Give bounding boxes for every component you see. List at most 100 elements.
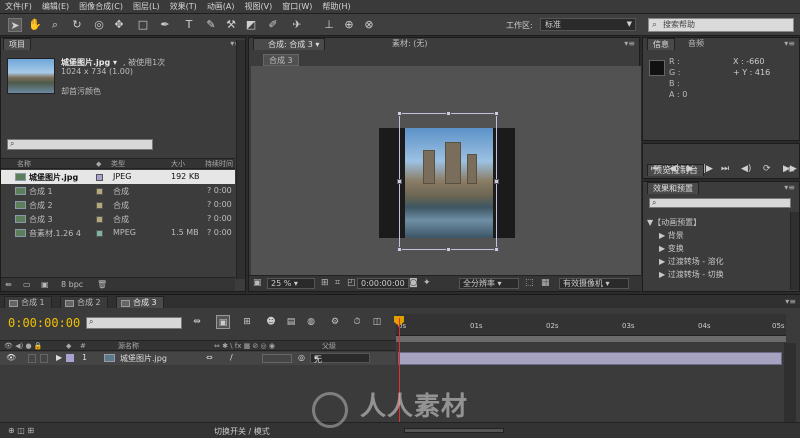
eraser-tool-icon[interactable]: ◩	[244, 18, 258, 32]
expand-arrow-icon[interactable]: ▶	[56, 353, 62, 362]
time-ruler[interactable]: 0s 01s 02s 03s 04s 05s	[396, 314, 786, 336]
grid-icon[interactable]: ⌗	[335, 278, 340, 288]
play-icon[interactable]: ▶	[687, 164, 694, 174]
menu-layer[interactable]: 图层(L)	[128, 1, 165, 12]
comp-sub-tab[interactable]: 合成 3	[263, 54, 299, 66]
trash-icon[interactable]: 🗑	[97, 280, 107, 289]
col-parent[interactable]: 父级	[322, 341, 336, 351]
col-type[interactable]: 类型	[111, 159, 125, 169]
brainstorm-icon[interactable]: ⚙	[328, 315, 342, 329]
camera-tool-icon[interactable]: ◎	[92, 18, 106, 32]
panel-menu-icon[interactable]: ▾≡	[784, 38, 795, 50]
label-swatch[interactable]	[96, 202, 103, 209]
project-row[interactable]: 合成 3 合成 ? 0:00	[1, 212, 235, 226]
timeline-search-input[interactable]: ⌕	[86, 317, 182, 329]
col-size[interactable]: 大小	[171, 159, 185, 169]
camera-select[interactable]: 有效摄像机 ▾	[559, 278, 629, 289]
menu-view[interactable]: 视图(V)	[240, 1, 278, 12]
layer-duration-bar[interactable]	[398, 352, 782, 365]
composition-viewer[interactable]	[251, 66, 641, 284]
ram-preview-icon[interactable]: ▶▶	[783, 164, 797, 174]
layer-bounding-box[interactable]	[397, 111, 499, 252]
new-folder-icon[interactable]: ▭	[23, 280, 31, 289]
view-axis-icon[interactable]: ⊗	[362, 18, 376, 32]
help-search-input[interactable]: ⌕ 搜索帮助	[648, 18, 794, 32]
fx-item[interactable]: ▶ 背景	[659, 230, 684, 241]
panel-menu-icon[interactable]: ▾≡	[624, 38, 635, 50]
world-axis-icon[interactable]: ⊕	[342, 18, 356, 32]
frame-blending-icon[interactable]: ▤	[284, 315, 298, 329]
video-toggle-icon[interactable]: 👁	[6, 353, 16, 362]
loop-icon[interactable]: ⟳	[763, 164, 771, 174]
live-update-icon[interactable]: ▣	[216, 315, 230, 329]
menu-edit[interactable]: 编辑(E)	[37, 1, 74, 12]
audio-toggle[interactable]	[28, 354, 36, 363]
tab-project[interactable]: 项目	[3, 38, 31, 50]
project-scrollbar[interactable]	[236, 40, 245, 279]
transparency-grid-icon[interactable]: ▦	[541, 278, 550, 288]
project-row[interactable]: 合成 1 合成 ? 0:00	[1, 184, 235, 198]
hand-tool-icon[interactable]: ✋	[28, 18, 42, 32]
resolution-select[interactable]: 全分辨率 ▾	[459, 278, 519, 289]
shy-layers-icon[interactable]: ☻	[264, 315, 278, 329]
menu-window[interactable]: 窗口(W)	[277, 1, 317, 12]
brush-tool-icon[interactable]: ✎	[204, 18, 218, 32]
workspace-select[interactable]: 标准 ▼	[540, 18, 636, 31]
col-name[interactable]: 名称	[17, 159, 31, 169]
graph-editor-icon[interactable]: ◫	[370, 315, 384, 329]
menu-effect[interactable]: 效果(T)	[165, 1, 202, 12]
project-search-input[interactable]: ⌕	[7, 139, 153, 150]
auto-keyframe-icon[interactable]: ⏱	[350, 315, 364, 329]
tab-composition[interactable]: 合成: 合成 3 ▾	[253, 38, 326, 50]
fx-item[interactable]: ▶ 过渡转场 - 溶化	[659, 256, 724, 267]
layer-row[interactable]: 👁 ▶ 1 城堡图片.jpg ⇔ / ◎ 无 ▾	[0, 352, 396, 365]
label-swatch[interactable]	[96, 174, 103, 181]
tab-audio[interactable]: 音频	[683, 38, 709, 50]
toggle-switches-modes[interactable]: 切换开关 / 模式	[214, 426, 270, 437]
region-of-interest-icon[interactable]: ⬚	[525, 278, 534, 288]
quality-switch-icon[interactable]: /	[230, 353, 233, 362]
layer-switches-icon[interactable]: ⊕ ◫ ⊞	[8, 426, 34, 435]
pen-tool-icon[interactable]: ✒	[158, 18, 172, 32]
parent-pickwhip-icon[interactable]: ◎	[298, 353, 305, 362]
label-swatch[interactable]	[96, 188, 103, 195]
fx-item[interactable]: ▶ 过渡转场 - 切换	[659, 269, 724, 280]
zoom-select[interactable]: 25 % ▾	[267, 278, 315, 289]
parent-select[interactable]: 无 ▾	[310, 353, 370, 364]
zoom-slider[interactable]	[404, 428, 504, 433]
col-duration[interactable]: 持续时间	[205, 159, 233, 169]
effects-scrollbar[interactable]	[790, 212, 799, 290]
menu-help[interactable]: 帮助(H)	[317, 1, 355, 12]
puppet-pin-tool-icon[interactable]: ✈	[290, 18, 304, 32]
last-frame-icon[interactable]: ⏭	[721, 164, 729, 174]
comp-mini-flowchart-icon[interactable]: ⇹	[190, 315, 204, 329]
project-row[interactable]: 合成 2 合成 ? 0:00	[1, 198, 235, 212]
interpret-footage-icon[interactable]: ⇚	[5, 280, 12, 289]
menu-composition[interactable]: 图像合成(C)	[74, 1, 128, 12]
current-time[interactable]: 0:00:00:00	[357, 278, 409, 289]
rotate-tool-icon[interactable]: ↻	[70, 18, 84, 32]
rectangle-tool-icon[interactable]: □	[136, 18, 150, 32]
clone-stamp-tool-icon[interactable]: ⚒	[224, 18, 238, 32]
always-preview-icon[interactable]: ▣	[253, 278, 262, 288]
layer-name[interactable]: 城堡图片.jpg	[120, 353, 167, 364]
prev-frame-icon[interactable]: ◀|	[669, 164, 679, 174]
fx-item[interactable]: ▶ 变换	[659, 243, 684, 254]
timeline-timecode[interactable]: 0:00:00:00	[8, 316, 80, 330]
label-swatch[interactable]	[96, 216, 103, 223]
work-area-bar[interactable]	[396, 336, 786, 342]
shy-switch-icon[interactable]: ⇔	[206, 353, 213, 362]
pan-behind-tool-icon[interactable]: ✥	[112, 18, 126, 32]
label-swatch[interactable]	[96, 230, 103, 237]
project-row[interactable]: 音素材.1.26 4 MPEG 1.5 MB ? 0:00	[1, 226, 235, 240]
timeline-scrollbar[interactable]	[784, 343, 796, 423]
safe-zones-icon[interactable]: ⊞	[321, 278, 329, 288]
selection-tool-icon[interactable]: ➤	[8, 18, 22, 32]
roto-brush-tool-icon[interactable]: ✐	[266, 18, 280, 32]
snapshot-icon[interactable]: ◙	[409, 278, 418, 288]
menu-file[interactable]: 文件(F)	[0, 1, 37, 12]
show-channel-icon[interactable]: ✦	[423, 278, 431, 288]
bit-depth[interactable]: 8 bpc	[61, 280, 83, 289]
text-tool-icon[interactable]: T	[182, 18, 196, 32]
tab-footage[interactable]: 素材: (无)	[387, 38, 432, 50]
